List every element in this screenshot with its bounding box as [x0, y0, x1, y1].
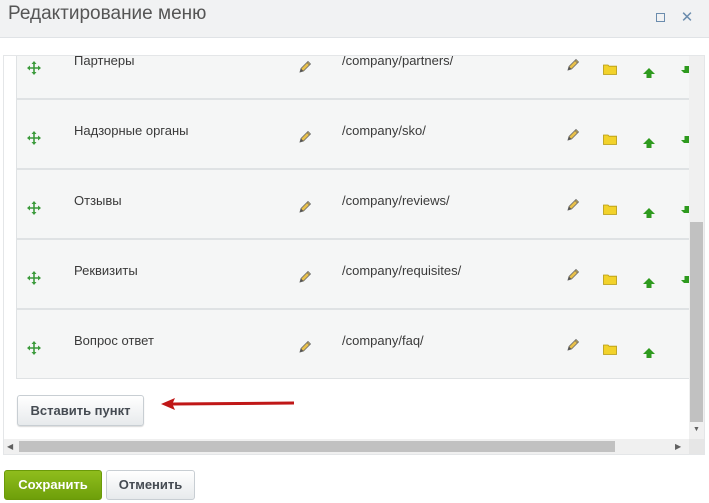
annotation-arrow-icon	[161, 398, 294, 410]
menu-item-url: /company/reviews/	[342, 193, 450, 208]
menu-item-row: Отзывы/company/reviews/	[16, 169, 691, 239]
folder-icon[interactable]	[603, 62, 617, 75]
scroll-down-arrow-icon[interactable]: ▼	[692, 426, 701, 434]
cancel-button[interactable]: Отменить	[106, 470, 195, 500]
menu-item-name: Партнеры	[74, 55, 135, 68]
edit-url-pencil-icon[interactable]	[566, 268, 580, 282]
menu-item-row: Вопрос ответ/company/faq/	[16, 309, 691, 379]
edit-name-pencil-icon[interactable]	[298, 60, 312, 74]
dialog-header: Редактирование меню ✕	[0, 0, 709, 38]
horizontal-scrollbar[interactable]: ◀ ▶	[4, 439, 689, 454]
insert-item-button[interactable]: Вставить пункт	[17, 395, 144, 426]
folder-icon[interactable]	[603, 272, 617, 285]
edit-url-pencil-icon[interactable]	[566, 198, 580, 212]
drag-handle-icon[interactable]	[27, 61, 43, 77]
drag-handle-icon[interactable]	[27, 341, 43, 357]
edit-name-pencil-icon[interactable]	[298, 340, 312, 354]
move-up-arrow-icon[interactable]	[643, 275, 655, 288]
maximize-icon[interactable]	[651, 9, 669, 27]
menu-item-row: Реквизиты/company/requisites/	[16, 239, 691, 309]
save-button[interactable]: Сохранить	[4, 470, 102, 500]
edit-name-pencil-icon[interactable]	[298, 200, 312, 214]
drag-handle-icon[interactable]	[27, 201, 43, 217]
vertical-scroll-thumb[interactable]	[690, 222, 703, 422]
menu-item-url: /company/sko/	[342, 123, 426, 138]
move-up-arrow-icon[interactable]	[643, 65, 655, 78]
menu-item-url: /company/partners/	[342, 55, 454, 68]
move-up-arrow-icon[interactable]	[643, 135, 655, 148]
move-up-arrow-icon[interactable]	[643, 345, 655, 358]
menu-item-name: Надзорные органы	[74, 123, 189, 138]
scroll-right-arrow-icon[interactable]: ▶	[675, 442, 681, 451]
vertical-scrollbar[interactable]: ▼	[689, 56, 704, 439]
menu-item-name: Реквизиты	[74, 263, 138, 278]
menu-item-url: /company/requisites/	[342, 263, 462, 278]
menu-item-row: Партнеры/company/partners/	[16, 55, 691, 99]
menu-items-scroll-area: Партнеры/company/partners/Надзорные орга…	[3, 55, 705, 455]
dialog-title: Редактирование меню	[8, 3, 207, 24]
folder-icon[interactable]	[603, 342, 617, 355]
menu-item-url: /company/faq/	[342, 333, 424, 348]
edit-name-pencil-icon[interactable]	[298, 130, 312, 144]
close-icon[interactable]: ✕	[678, 9, 696, 27]
dialog-footer: Сохранить Отменить	[0, 458, 709, 503]
drag-handle-icon[interactable]	[27, 271, 43, 287]
horizontal-scroll-thumb[interactable]	[19, 441, 615, 452]
scroll-left-arrow-icon[interactable]: ◀	[7, 442, 13, 451]
move-up-arrow-icon[interactable]	[643, 205, 655, 218]
edit-url-pencil-icon[interactable]	[566, 128, 580, 142]
scrollbar-corner	[689, 439, 704, 454]
drag-handle-icon[interactable]	[27, 131, 43, 147]
edit-name-pencil-icon[interactable]	[298, 270, 312, 284]
menu-item-row: Надзорные органы/company/sko/	[16, 99, 691, 169]
edit-url-pencil-icon[interactable]	[566, 338, 580, 352]
menu-item-name: Вопрос ответ	[74, 333, 154, 348]
folder-icon[interactable]	[603, 202, 617, 215]
folder-icon[interactable]	[603, 132, 617, 145]
edit-url-pencil-icon[interactable]	[566, 58, 580, 72]
menu-item-name: Отзывы	[74, 193, 122, 208]
